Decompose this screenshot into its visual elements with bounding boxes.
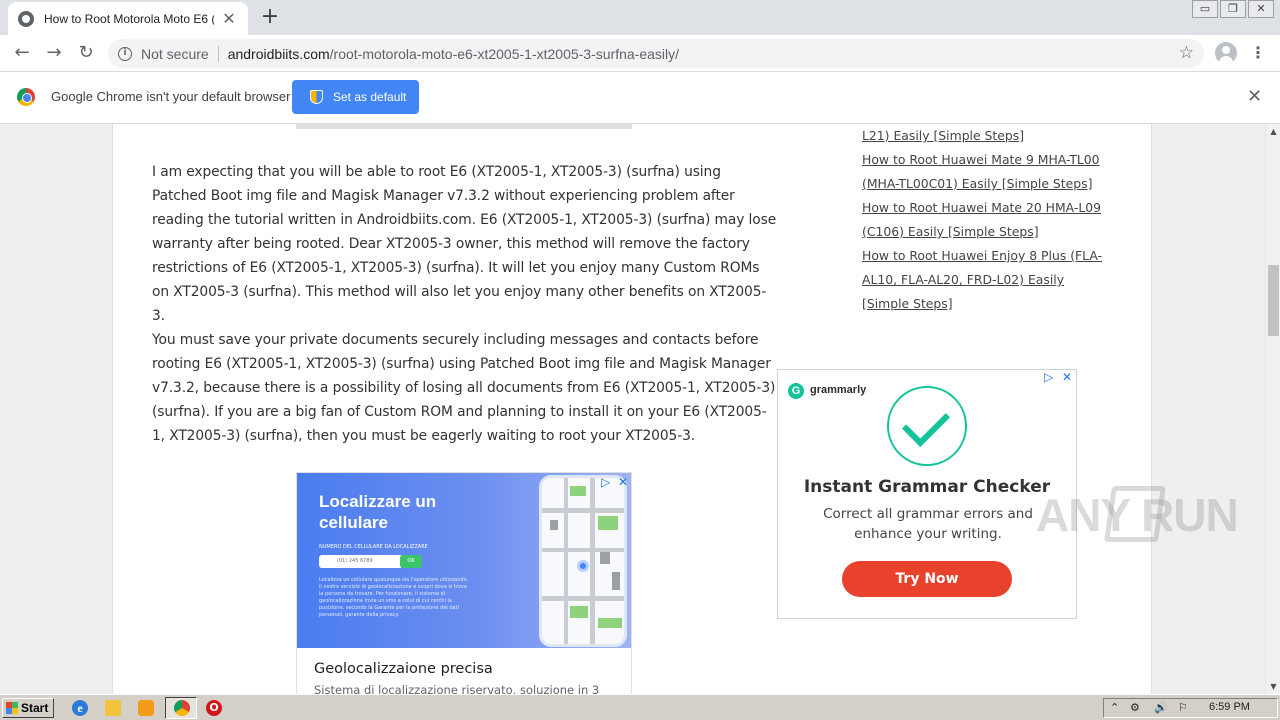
ad-phone-input: (01) 245 6789 [319, 555, 403, 568]
url-host: androidbiits.com [227, 45, 330, 62]
grammarly-ad[interactable]: G grammarly ▷ ✕ Instant Grammar Checker … [777, 369, 1077, 619]
back-arrow-icon[interactable]: ← [10, 41, 34, 65]
restore-button[interactable]: ❐ [1220, 0, 1246, 18]
article-paragraph: I am expecting that you will be able to … [152, 164, 777, 324]
related-post-link[interactable]: L21) Easily [Simple Steps] [862, 124, 1097, 148]
system-tray: ⌃ ⚙ 🔊 ⚐ 6:59 PM [1103, 698, 1278, 718]
infobar-close-icon[interactable]: ✕ [1247, 86, 1262, 107]
address-bar[interactable]: i Not secure androidbiits.com /root-moto… [108, 39, 1204, 68]
article-paragraph: You must save your private documents sec… [152, 332, 776, 444]
tray-expand-icon[interactable]: ⌃ [1110, 701, 1119, 714]
checkmark-icon [887, 386, 967, 466]
security-label: Not secure [141, 45, 209, 62]
address-separator [217, 45, 219, 62]
ad-caption-subtitle: Sistema di localizzazione riservato, sol… [314, 683, 600, 694]
scroll-down-icon[interactable]: ▼ [1266, 679, 1280, 694]
tab-strip: How to Root Motorola Moto E6 (XT2005 ✕ +… [0, 0, 1280, 35]
windows-flag-icon [6, 702, 18, 714]
browser-tab[interactable]: How to Root Motorola Moto E6 (XT2005 ✕ [8, 2, 248, 35]
browser-toolbar: ← → ↻ i Not secure androidbiits.com /roo… [0, 35, 1280, 72]
scrollbar-thumb[interactable] [1268, 265, 1279, 336]
anyrun-watermark: ANY RUN [1036, 489, 1239, 541]
grammarly-logo-icon: G [788, 383, 804, 399]
adchoices-icon[interactable]: ▷ [1044, 370, 1053, 384]
phone-map-illustration [539, 475, 627, 647]
flag-icon[interactable]: ⚐ [1178, 701, 1188, 714]
chrome-icon [174, 700, 190, 716]
window-controls: ▭ ❐ ✕ [1190, 0, 1274, 18]
related-post-link[interactable]: How to Root Huawei Enjoy 8 Plus (FLA-AL1… [862, 244, 1107, 316]
ad-caption-title[interactable]: Geolocalizzaione precisa [314, 661, 493, 677]
ad-banner-field-label: NUMERO DEL CELLULARE DA LOCALIZZARE [319, 544, 428, 550]
media-player-icon[interactable] [138, 700, 154, 716]
ad-banner[interactable]: Localizzare un cellulare NUMERO DEL CELL… [297, 473, 631, 648]
infobar-message: Google Chrome isn't your default browser [51, 89, 291, 104]
geolocation-ad[interactable]: Localizzare un cellulare NUMERO DEL CELL… [296, 472, 632, 694]
chrome-logo-icon [17, 88, 35, 106]
windows-taskbar: Start e O ⌃ ⚙ 🔊 ⚐ 6:59 PM [0, 694, 1280, 720]
close-window-button[interactable]: ✕ [1248, 0, 1274, 18]
screen: How to Root Motorola Moto E6 (XT2005 ✕ +… [0, 0, 1280, 720]
info-icon[interactable]: i [118, 46, 132, 61]
opera-icon[interactable]: O [206, 700, 222, 716]
try-now-button[interactable]: Try Now [842, 561, 1012, 597]
chrome-taskbar-button[interactable] [165, 697, 197, 719]
sidebar-related-posts: L21) Easily [Simple Steps] How to Root H… [862, 124, 1112, 316]
adchoices-icon[interactable]: ▷ [601, 475, 610, 489]
shield-icon [310, 90, 323, 104]
ad-description: Correct all grammar errors and enhance y… [823, 506, 1033, 542]
tab-close-icon[interactable]: ✕ [220, 9, 238, 28]
scroll-up-icon[interactable]: ▲ [1266, 124, 1280, 139]
ad-banner-description: Localizza un cellulare qualunque sia l'o… [319, 577, 467, 618]
ad-close-icon[interactable]: ✕ [1062, 370, 1072, 384]
location-pin-icon [577, 560, 589, 572]
folder-icon[interactable] [105, 700, 121, 716]
ad-banner-title: Localizzare un cellulare [319, 492, 437, 532]
new-tab-button[interactable]: + [258, 4, 282, 29]
set-as-default-button[interactable]: Set as default [292, 80, 419, 114]
reload-icon[interactable]: ↻ [74, 41, 98, 65]
set-as-default-label: Set as default [333, 90, 407, 104]
start-label: Start [21, 701, 49, 715]
profile-avatar-icon[interactable] [1215, 42, 1237, 64]
kebab-menu-icon[interactable]: ⋮ [1250, 43, 1266, 63]
page-viewport: I am expecting that you will be able to … [0, 124, 1265, 694]
start-button[interactable]: Start [2, 698, 54, 718]
bookmark-star-icon[interactable]: ☆ [1179, 43, 1194, 63]
tab-title: How to Root Motorola Moto E6 (XT2005 [44, 11, 214, 26]
url-path: /root-motorola-moto-e6-xt2005-1-xt2005-3… [329, 45, 680, 62]
internet-explorer-icon[interactable]: e [72, 700, 88, 716]
previous-image-edge [296, 124, 632, 129]
clock[interactable]: 6:59 PM [1209, 701, 1250, 713]
network-icon[interactable]: ⚙ [1130, 701, 1140, 714]
globe-icon [18, 10, 34, 27]
related-post-link[interactable]: How to Root Huawei Mate 20 HMA-L09 (C106… [862, 196, 1112, 244]
forward-arrow-icon[interactable]: → [42, 41, 66, 65]
page-scrollbar[interactable]: ▲ ▼ [1265, 124, 1280, 694]
grammarly-brand: grammarly [810, 384, 867, 396]
related-post-link[interactable]: How to Root Huawei Mate 9 MHA-TL00 (MHA-… [862, 148, 1112, 196]
ad-close-icon[interactable]: ✕ [618, 475, 628, 489]
volume-icon[interactable]: 🔊 [1154, 701, 1168, 714]
ad-headline: Instant Grammar Checker [803, 477, 1051, 497]
minimize-button[interactable]: ▭ [1192, 0, 1218, 18]
ad-ok-button: OK [400, 555, 422, 568]
